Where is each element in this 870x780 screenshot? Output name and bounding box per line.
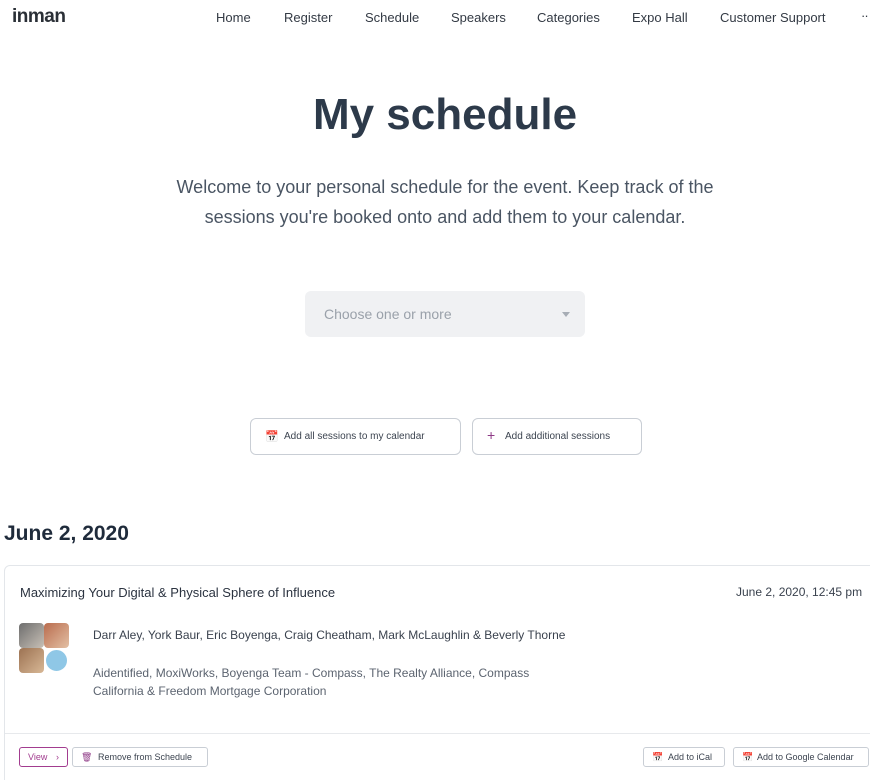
avatar <box>19 648 44 673</box>
add-to-ical-button[interactable]: 📅 Add to iCal <box>643 747 725 767</box>
speaker-avatars <box>19 623 69 673</box>
plus-icon: + <box>487 427 496 443</box>
trash-icon: 🗑 <box>81 752 93 762</box>
avatar <box>44 648 69 673</box>
nav-item-speakers[interactable]: Speakers <box>451 10 506 25</box>
session-title[interactable]: Maximizing Your Digital & Physical Spher… <box>20 585 335 600</box>
gcal-label: Add to Google Calendar <box>757 752 854 762</box>
nav-item-schedule[interactable]: Schedule <box>365 10 419 25</box>
nav-item-categories[interactable]: Categories <box>537 10 600 25</box>
card-divider <box>5 733 870 734</box>
more-icon[interactable]: ·· <box>861 8 869 23</box>
session-speakers: Darr Aley, York Baur, Eric Boyenga, Crai… <box>93 628 566 642</box>
add-additional-label: Add additional sessions <box>505 431 611 442</box>
nav-menu: Home Register Schedule Speakers Categori… <box>0 10 870 28</box>
add-all-label: Add all sessions to my calendar <box>284 431 425 442</box>
nav-item-register[interactable]: Register <box>284 10 332 25</box>
day-heading: June 2, 2020 <box>4 522 129 545</box>
view-session-button[interactable]: View › <box>19 747 68 767</box>
add-all-to-calendar-button[interactable]: 📅 Add all sessions to my calendar <box>250 418 461 455</box>
calendar-icon: 📅 <box>265 431 279 443</box>
avatar <box>19 623 44 648</box>
nav-item-expo-hall[interactable]: Expo Hall <box>632 10 688 25</box>
nav-item-customer-support[interactable]: Customer Support <box>720 10 826 25</box>
select-placeholder: Choose one or more <box>324 306 452 322</box>
add-additional-sessions-button[interactable]: + Add additional sessions <box>472 418 642 455</box>
chevron-down-icon <box>562 312 570 317</box>
view-label: View <box>28 752 48 762</box>
calendar-icon: 📅 <box>742 752 754 762</box>
top-navigation: inman Home Register Schedule Speakers Ca… <box>0 0 870 36</box>
session-organizations: Aidentified, MoxiWorks, Boyenga Team - C… <box>93 666 530 698</box>
calendar-icon: 📅 <box>652 752 664 762</box>
remove-from-schedule-button[interactable]: 🗑 Remove from Schedule <box>72 747 208 767</box>
add-to-google-calendar-button[interactable]: 📅 Add to Google Calendar <box>733 747 869 767</box>
session-time: June 2, 2020, 12:45 pm <box>736 585 863 599</box>
nav-item-home[interactable]: Home <box>216 10 251 25</box>
ical-label: Add to iCal <box>668 752 713 762</box>
chevron-right-icon: › <box>56 752 59 762</box>
page-intro: Welcome to your personal schedule for th… <box>176 177 714 227</box>
session-filter-select[interactable]: Choose one or more <box>305 291 585 337</box>
page-title: My schedule <box>312 90 578 139</box>
remove-label: Remove from Schedule <box>98 752 193 762</box>
avatar <box>44 623 69 648</box>
